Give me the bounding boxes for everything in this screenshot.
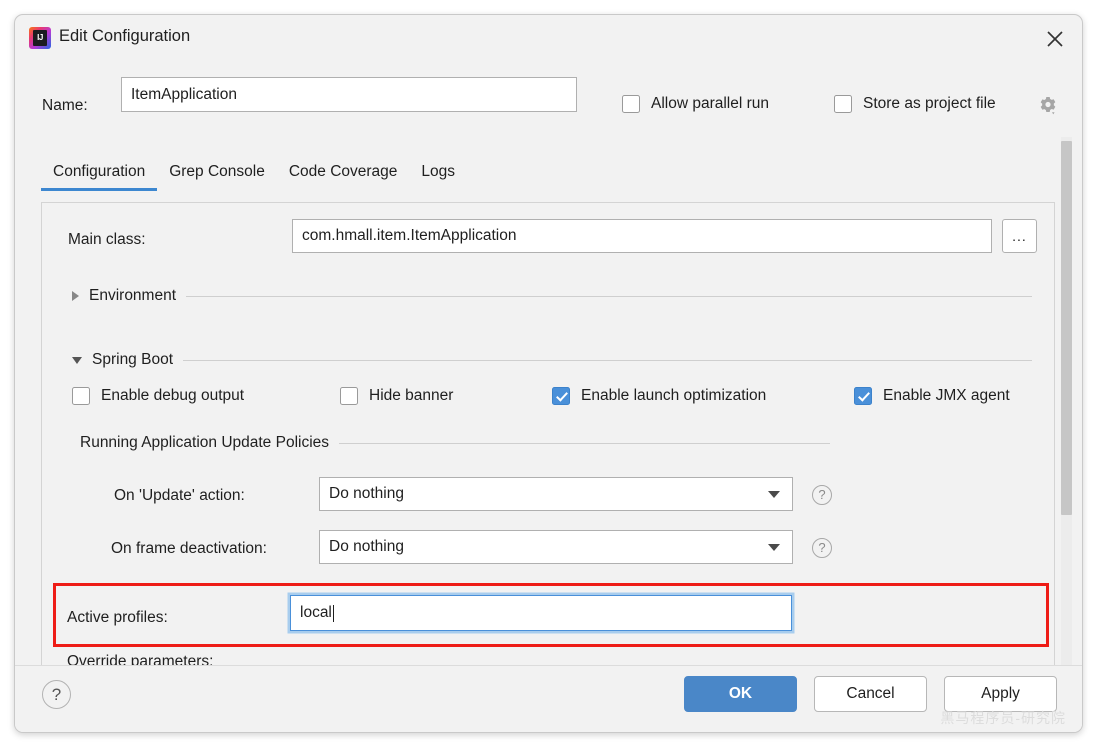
tab-logs[interactable]: Logs [409, 157, 467, 191]
enable-debug-output-label: Enable debug output [101, 387, 244, 405]
allow-parallel-run-checkbox[interactable]: Allow parallel run [622, 95, 769, 113]
dialog-title: Edit Configuration [59, 27, 190, 46]
help-button[interactable]: ? [42, 680, 71, 709]
main-class-browse-button[interactable]: ... [1002, 219, 1037, 253]
chevron-down-icon [768, 544, 780, 551]
spring-boot-section-header[interactable]: Spring Boot [72, 351, 1032, 369]
environment-section-header[interactable]: Environment [72, 287, 1032, 305]
update-policies-header: Running Application Update Policies [80, 434, 830, 452]
enable-launch-optimization-checkbox[interactable]: Enable launch optimization [552, 387, 766, 405]
hide-banner-label: Hide banner [369, 387, 453, 405]
intellij-idea-icon [29, 27, 51, 49]
cancel-button[interactable]: Cancel [814, 676, 927, 712]
hide-banner-checkbox[interactable]: Hide banner [340, 387, 453, 405]
checkbox-box [834, 95, 852, 113]
checkbox-box [622, 95, 640, 113]
store-as-project-file-label: Store as project file [863, 95, 996, 113]
on-frame-deactivation-combo[interactable]: Do nothing [319, 530, 793, 564]
on-update-action-value: Do nothing [320, 485, 768, 503]
chevron-down-icon [72, 357, 82, 364]
tab-code-coverage[interactable]: Code Coverage [277, 157, 410, 191]
active-profiles-input[interactable]: local [290, 595, 792, 631]
main-class-input[interactable] [292, 219, 992, 253]
spring-boot-section-title: Spring Boot [92, 351, 173, 369]
text-cursor [333, 605, 334, 622]
configuration-panel: Main class: ... Environment Spring Boot … [41, 203, 1055, 668]
active-profiles-value: local [300, 604, 332, 622]
chevron-down-icon [768, 491, 780, 498]
on-update-action-combo[interactable]: Do nothing [319, 477, 793, 511]
dialog-titlebar: Edit Configuration [15, 15, 1082, 62]
main-class-label: Main class: [68, 231, 146, 249]
on-update-action-help-icon[interactable]: ? [812, 485, 832, 505]
active-profiles-label: Active profiles: [67, 609, 168, 627]
gear-icon[interactable] [1037, 95, 1059, 117]
on-frame-deactivation-label: On frame deactivation: [111, 540, 267, 558]
environment-section-title: Environment [89, 287, 176, 305]
enable-jmx-agent-checkbox[interactable]: Enable JMX agent [854, 387, 1010, 405]
checkbox-box [72, 387, 90, 405]
tab-configuration[interactable]: Configuration [41, 157, 157, 191]
on-frame-deactivation-value: Do nothing [320, 538, 768, 556]
on-frame-deactivation-help-icon[interactable]: ? [812, 538, 832, 558]
section-divider [339, 443, 830, 444]
watermark: 黑马程序员-研究院 [940, 708, 1066, 728]
on-update-action-label: On 'Update' action: [114, 487, 245, 505]
apply-button[interactable]: Apply [944, 676, 1057, 712]
close-icon[interactable] [1044, 28, 1066, 50]
update-policies-title: Running Application Update Policies [80, 434, 329, 452]
enable-debug-output-checkbox[interactable]: Enable debug output [72, 387, 244, 405]
name-input[interactable] [121, 77, 577, 112]
section-divider [186, 296, 1032, 297]
checkbox-box [340, 387, 358, 405]
tab-bar: Configuration Grep Console Code Coverage… [41, 157, 467, 191]
store-as-project-file-checkbox[interactable]: Store as project file [834, 95, 996, 113]
edit-configuration-dialog: Edit Configuration Name: Allow parallel … [14, 14, 1083, 733]
ok-button[interactable]: OK [684, 676, 797, 712]
name-label: Name: [42, 97, 88, 115]
screenshot-root: Edit Configuration Name: Allow parallel … [0, 0, 1097, 747]
enable-launch-optimization-label: Enable launch optimization [581, 387, 766, 405]
chevron-right-icon [72, 291, 79, 301]
section-divider [183, 360, 1032, 361]
allow-parallel-run-label: Allow parallel run [651, 95, 769, 113]
scrollbar-thumb[interactable] [1061, 141, 1072, 515]
tab-grep-console[interactable]: Grep Console [157, 157, 277, 191]
enable-jmx-agent-label: Enable JMX agent [883, 387, 1010, 405]
checkbox-box [552, 387, 570, 405]
checkbox-box [854, 387, 872, 405]
